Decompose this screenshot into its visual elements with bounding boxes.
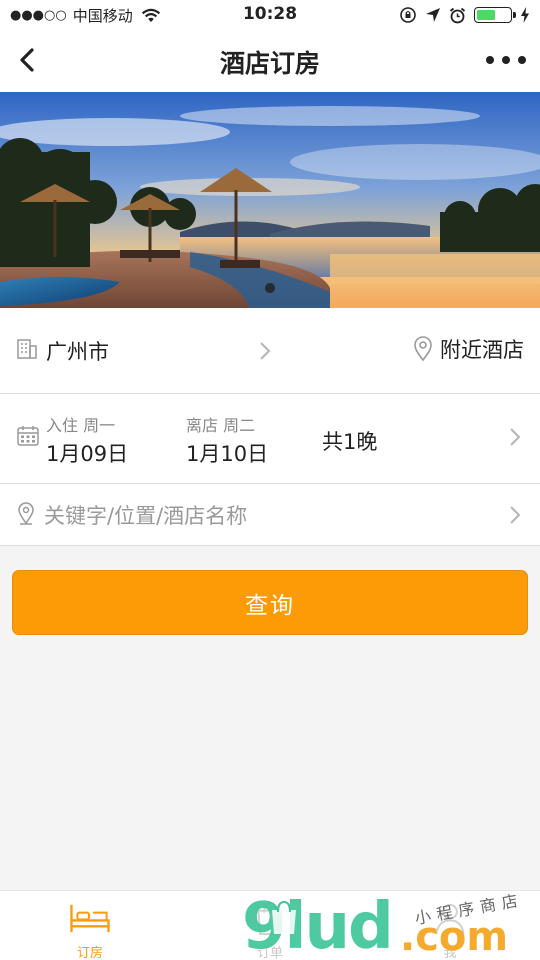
tab-orders[interactable]: 订单 [230,891,310,960]
battery-icon [474,7,516,23]
more-options-icon[interactable] [486,46,526,74]
nearby-hotels-label: 附近酒店 [440,338,524,362]
page-title: 酒店订房 [219,49,320,78]
navigation-bar: 酒店订房 [0,30,540,92]
checkin-label: 入住 周一 [46,416,116,435]
nearby-hotels-button[interactable]: 附近酒店 [412,334,524,364]
checkout-date[interactable]: 1月10日 [186,438,268,468]
hotel-search-form: 广州市 附近酒店 入住 周一 1月09日 离店 周二 1月10日 共1晚 关键字… [0,308,540,546]
tab-booking[interactable]: 订房 [50,891,130,960]
tab-booking-label: 订房 [76,946,103,960]
status-icons [399,6,530,24]
keyword-chevron-right-icon[interactable] [508,504,522,526]
calendar-icon [17,426,39,446]
tab-me-label: 我 [443,946,457,960]
alarm-icon [449,7,466,23]
tab-orders-label: 订单 [256,946,283,960]
location-pin-icon [414,336,432,362]
keyword-search-input[interactable] [44,500,484,532]
search-button[interactable]: 查询 [12,570,528,635]
building-icon [17,339,37,359]
chevron-right-icon[interactable] [258,340,272,362]
bottom-tab-bar: 订房 订单 我 [0,890,540,960]
resort-pool-photo [0,92,540,308]
status-bar: ●●●○○ 中国移动 10:28 [0,0,540,30]
hotel-banner-carousel[interactable] [0,92,540,308]
charging-bolt-icon [521,7,529,23]
location-marker-icon [18,502,34,525]
city-selector[interactable]: 广州市 [46,336,109,366]
date-chevron-right-icon[interactable] [508,426,522,448]
nights-count: 共1晚 [322,430,378,454]
person-icon [435,903,465,935]
shopping-bag-icon [257,901,283,936]
orientation-lock-icon [400,7,416,23]
bed-icon [70,904,110,933]
location-arrow-icon [426,8,440,22]
tab-me[interactable]: 我 [410,891,490,960]
checkout-label: 离店 周二 [186,416,256,435]
checkin-date[interactable]: 1月09日 [46,438,128,468]
city-row: 广州市 附近酒店 [0,308,540,394]
